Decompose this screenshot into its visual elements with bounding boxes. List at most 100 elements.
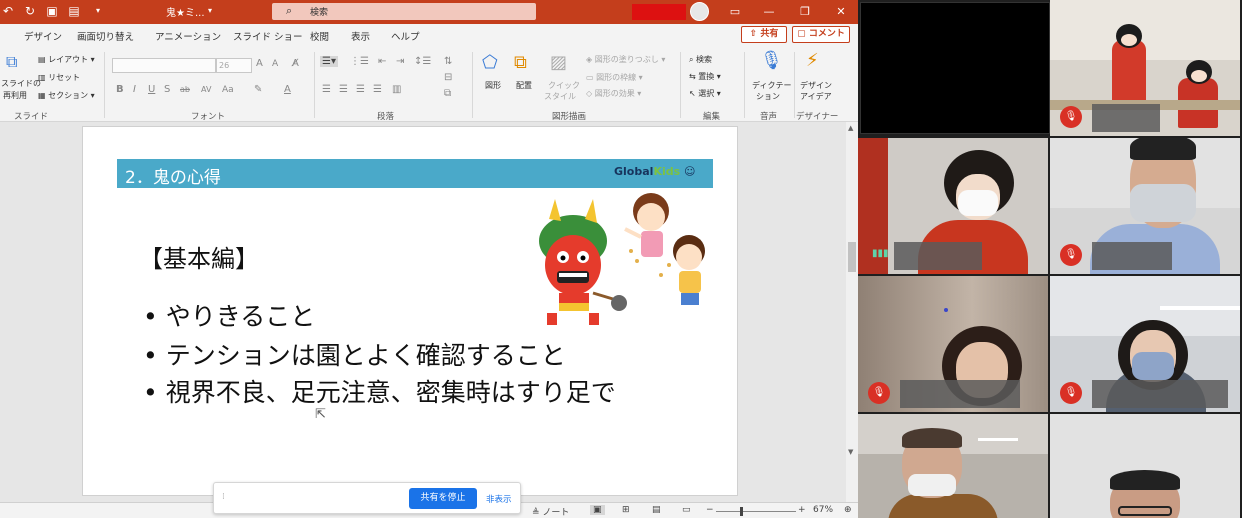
numbering-icon[interactable]: ⋮☰ [350,56,369,67]
shapes-icon[interactable]: ⬠ [482,52,498,73]
shrink-font-icon[interactable]: A [272,59,278,69]
fit-slide-icon[interactable]: ⊕ [844,505,852,515]
text-direction-icon[interactable]: ⇅ [444,56,452,67]
comment-button[interactable]: ▢ コメント [792,26,850,43]
slide[interactable]: 2．鬼の心得 GlobalKids ☺ 【基本編】 • やりきること • テンシ… [82,126,738,496]
hide-button[interactable]: 非表示 [486,493,512,505]
smartart-icon[interactable]: ⧉ [444,88,451,99]
zoom-out-icon[interactable]: − [706,505,714,515]
arrange-label[interactable]: 配置 [516,80,532,91]
tab-design[interactable]: デザイン [24,29,62,43]
title-dropdown-icon[interactable]: ▾ [202,3,218,19]
font-color-icon[interactable]: A [284,84,291,95]
dictate-label-2[interactable]: ション [756,91,780,102]
shape-fill-button[interactable]: ◈ 図形の塗りつぶし ▾ [586,54,665,65]
shadow-icon[interactable]: S [164,84,170,95]
char-spacing-icon[interactable]: AV [201,85,211,94]
bullets-icon[interactable]: ☰▾ [320,56,338,67]
slideshow-start-icon[interactable]: ▣ [44,3,60,19]
underline-icon[interactable]: U [148,84,155,95]
notes-button[interactable]: ≜ ノート [532,505,569,518]
align-right-icon[interactable]: ☰ [356,84,365,95]
design-ideas-label-2[interactable]: アイデア [800,91,832,102]
reuse-slides-icon[interactable]: ⧉ [6,52,17,72]
drag-handle-icon[interactable]: ⁞ [222,492,225,502]
scroll-down-icon[interactable]: ▼ [848,448,853,456]
participant-tile[interactable]: 🎙 [1050,0,1240,136]
section-button[interactable]: ▦ セクション ▾ [38,90,95,101]
columns-icon[interactable]: ▥ [392,84,401,95]
reset-button[interactable]: ▥ リセット [38,72,80,83]
redo-icon[interactable]: ↻ [22,3,38,19]
bold-icon[interactable]: B [116,84,124,95]
slide-subheading[interactable]: 【基本編】 [139,239,259,274]
normal-view-icon[interactable]: ▣ [590,505,605,515]
stop-sharing-button[interactable]: 共有を停止 [409,488,477,509]
close-icon[interactable]: ✕ [830,2,852,21]
highlight-icon[interactable]: ✎ [254,84,262,95]
layout-button[interactable]: ▤ レイアウト ▾ [38,54,95,65]
decrease-indent-icon[interactable]: ⇤ [378,56,386,67]
shapes-label[interactable]: 図形 [485,80,501,91]
search-box[interactable]: ⌕ 検索 [272,3,536,20]
font-name-select[interactable] [112,58,216,73]
increase-indent-icon[interactable]: ⇥ [396,56,404,67]
shape-outline-button[interactable]: ▭ 図形の枠線 ▾ [586,72,643,83]
zoom-in-icon[interactable]: + [798,505,806,515]
font-size-select[interactable]: 26 [216,58,252,73]
vertical-scrollbar[interactable]: ▲ ▼ [846,122,858,502]
slideshow-view-icon[interactable]: ▭ [682,505,691,515]
restore-icon[interactable]: ❐ [794,2,816,21]
slide-sorter-icon[interactable]: ⊞ [622,505,630,515]
line-spacing-icon[interactable]: ↕☰ [414,56,431,67]
select-button[interactable]: ↖ 選択 ▾ [689,88,721,99]
microphone-icon[interactable]: 🎙 [760,50,783,71]
tab-slideshow[interactable]: スライド ショー [233,29,303,43]
design-ideas-label-1[interactable]: デザイン [800,80,832,91]
user-avatar[interactable] [690,2,709,21]
align-left-icon[interactable]: ☰ [322,84,331,95]
participant-tile[interactable]: 🎙 [1050,138,1240,274]
ribbon-display-icon[interactable]: ▭ [724,2,746,21]
align-center-icon[interactable]: ☰ [339,84,348,95]
zoom-level[interactable]: 67% [813,505,833,515]
design-ideas-icon[interactable]: ⚡ [806,50,819,71]
bullet-item[interactable]: • やりきること [143,297,315,333]
scrollbar-thumb[interactable] [848,242,856,272]
undo-icon[interactable]: ↶ [0,3,16,19]
from-beginning-icon[interactable]: ▤ [66,3,82,19]
participant-tile[interactable]: ▮▮▮ [858,138,1048,274]
participant-tile[interactable] [1050,414,1240,518]
reuse-slides-label-2[interactable]: 再利用 [3,90,27,101]
reading-view-icon[interactable]: ▤ [652,505,661,515]
participant-tile[interactable] [860,2,1050,134]
align-text-icon[interactable]: ⊟ [444,72,452,83]
zoom-slider[interactable] [716,507,796,516]
participant-tile[interactable]: 🎙 [1050,276,1240,412]
strikethrough-icon[interactable]: ab [180,85,190,94]
participant-tile[interactable]: 🎙 [858,276,1048,412]
tab-view[interactable]: 表示 [351,29,370,43]
reuse-slides-label-1[interactable]: スライドの [1,78,41,89]
change-case-icon[interactable]: Aa [222,85,234,95]
grow-font-icon[interactable]: A [256,58,263,69]
zoom-slider-thumb[interactable] [740,507,743,516]
replace-button[interactable]: ⇆ 置換 ▾ [689,71,721,82]
bullet-item[interactable]: • 視界不良、足元注意、密集時はすり足で [143,373,616,409]
italic-icon[interactable]: I [133,84,136,95]
tab-transitions[interactable]: 画面切り替え [77,29,134,43]
participant-tile[interactable] [858,414,1048,518]
tab-help[interactable]: ヘルプ [391,29,420,43]
arrange-icon[interactable]: ⧉ [514,52,527,73]
minimize-icon[interactable]: — [758,2,780,21]
find-button[interactable]: ⌕ 検索 [689,54,712,65]
quick-styles-label-1[interactable]: クイック [548,80,580,91]
justify-icon[interactable]: ☰ [373,84,382,95]
clear-format-icon[interactable]: A̸ [292,58,299,69]
dictate-label-1[interactable]: ディクテー [752,80,791,91]
tab-animations[interactable]: アニメーション [155,29,221,43]
share-button[interactable]: ⇧ 共有 [741,26,787,43]
quick-styles-icon[interactable]: ▨ [550,52,567,73]
quick-styles-label-2[interactable]: スタイル [544,91,576,102]
scroll-up-icon[interactable]: ▲ [848,124,853,132]
